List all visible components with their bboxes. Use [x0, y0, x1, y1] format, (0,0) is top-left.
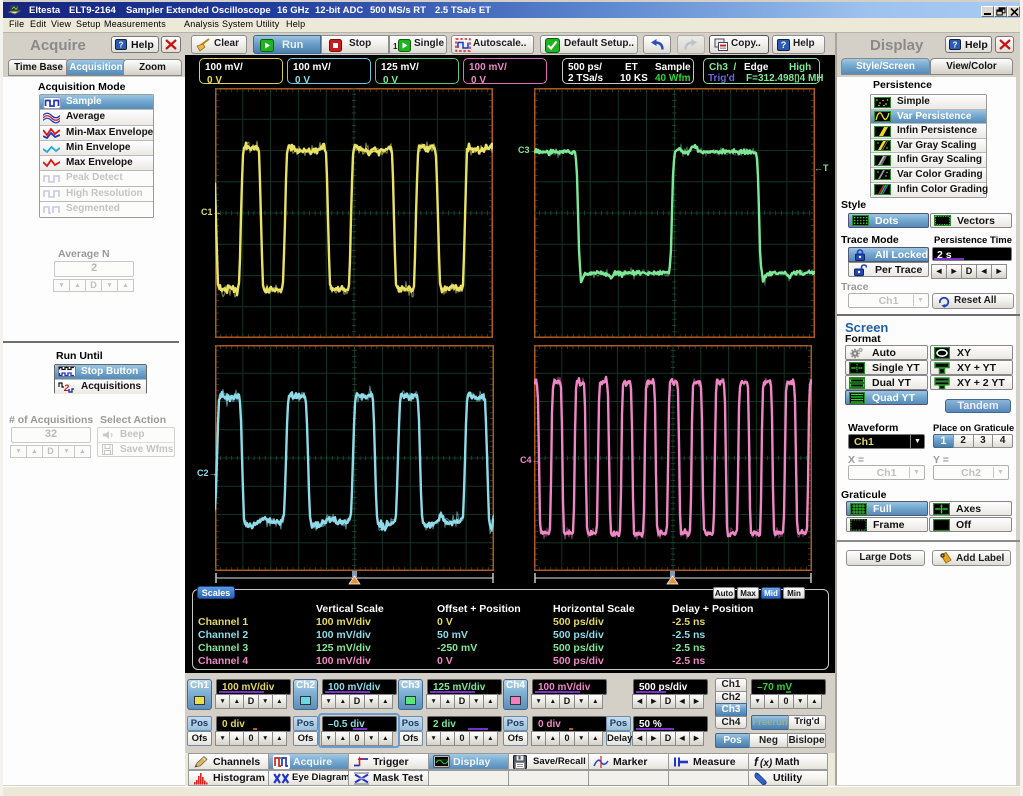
svg-text:2: 2 [63, 383, 69, 393]
svg-text:(x): (x) [760, 758, 773, 769]
svg-text:f: f [754, 755, 759, 769]
svg-text:?: ? [119, 41, 124, 50]
svg-text:?: ? [953, 41, 958, 50]
svg-text:?: ? [781, 40, 787, 50]
